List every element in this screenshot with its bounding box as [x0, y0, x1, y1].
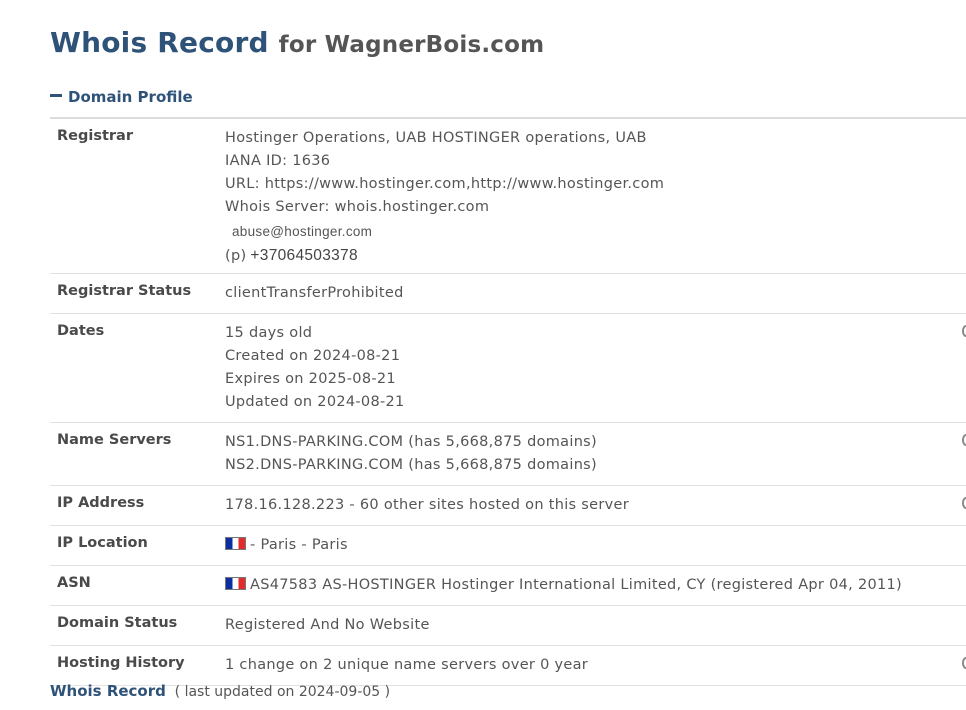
name-servers-more-icon[interactable] [962, 434, 966, 446]
registrar-status-label: Registrar Status [57, 283, 192, 299]
asn-value: AS47583 AS-HOSTINGER Hostinger Internati… [225, 574, 966, 597]
ip-address-more-icon[interactable] [962, 497, 966, 509]
row-dates: Dates 15 days old Created on 2024-08-21 … [50, 314, 966, 423]
updated-date: Updated on 2024-08-21 [225, 394, 405, 410]
whois-record-link[interactable]: Whois Record [50, 682, 166, 700]
phone-prefix: (p) [225, 248, 247, 264]
asn-flag-icon [225, 577, 246, 590]
domain-age: 15 days old [225, 325, 313, 341]
row-domain-status: Domain Status Registered And No Website [50, 606, 966, 646]
last-updated: ( last updated on 2024-09-05 ) [174, 684, 391, 700]
footer: Whois Record ( last updated on 2024-09-0… [50, 682, 390, 700]
page-title: Whois Record for WagnerBois.com [50, 26, 544, 59]
registrar-whois-server: Whois Server: whois.hostinger.com [225, 199, 490, 215]
domain-status-label: Domain Status [57, 615, 178, 631]
ip-address-label: IP Address [57, 495, 145, 511]
title-main: Whois Record [50, 26, 269, 59]
domain-profile-label: Domain Profile [68, 88, 193, 106]
domain-status-value: Registered And No Website [225, 617, 430, 633]
row-registrar-status: Registrar Status clientTransferProhibite… [50, 274, 966, 314]
name-servers-label: Name Servers [57, 432, 172, 448]
registrar-name: Hostinger Operations, UAB HOSTINGER oper… [225, 130, 647, 146]
registrar-label: Registrar [57, 128, 133, 144]
dates-more-icon[interactable] [962, 325, 966, 337]
domain-profile-toggle[interactable]: Domain Profile [50, 88, 193, 106]
row-asn: ASN AS47583 AS-HOSTINGER Hostinger Inter… [50, 566, 966, 606]
dates-label: Dates [57, 323, 105, 339]
title-domain: for WagnerBois.com [278, 32, 545, 58]
ip-location-value: - Paris - Paris [225, 534, 966, 557]
registrar-url: URL: https://www.hostinger.com,http://ww… [225, 176, 665, 192]
name-server-2[interactable]: NS2.DNS-PARKING.COM (has 5,668,875 domai… [225, 454, 966, 477]
row-ip-location: IP Location - Paris - Paris [50, 526, 966, 566]
name-servers-value: NS1.DNS-PARKING.COM (has 5,668,875 domai… [225, 431, 966, 477]
dates-value: 15 days old Created on 2024-08-21 Expire… [225, 322, 966, 414]
hosting-history-label: Hosting History [57, 655, 185, 671]
asn-label: ASN [57, 575, 91, 591]
ip-location-label: IP Location [57, 535, 148, 551]
registrar-email: abuse@hostinger.com [232, 224, 373, 239]
ip-location-text: - Paris - Paris [250, 537, 348, 553]
domain-profile-table: Registrar Hostinger Operations, UAB HOST… [50, 117, 966, 686]
row-registrar: Registrar Hostinger Operations, UAB HOST… [50, 119, 966, 274]
registrar-value: Hostinger Operations, UAB HOSTINGER oper… [225, 127, 966, 267]
row-name-servers: Name Servers NS1.DNS-PARKING.COM (has 5,… [50, 423, 966, 486]
expires-date: Expires on 2025-08-21 [225, 371, 396, 387]
hosting-history-more-icon[interactable] [962, 657, 966, 669]
ip-address-value[interactable]: 178.16.128.223 - 60 other sites hosted o… [225, 494, 966, 517]
registrar-iana: IANA ID: 1636 [225, 153, 331, 169]
france-flag-icon [225, 537, 246, 550]
asn-text: AS47583 AS-HOSTINGER Hostinger Internati… [250, 577, 903, 593]
collapse-minus-icon [50, 94, 62, 97]
registrar-status-value: clientTransferProhibited [225, 285, 404, 301]
row-hosting-history: Hosting History 1 change on 2 unique nam… [50, 646, 966, 686]
whois-page: Whois Record for WagnerBois.com Domain P… [0, 0, 966, 710]
registrar-phone-line: (p) +37064503378 [225, 245, 966, 267]
registrar-phone: +37064503378 [250, 247, 358, 264]
hosting-history-value: 1 change on 2 unique name servers over 0… [225, 657, 589, 673]
name-server-1[interactable]: NS1.DNS-PARKING.COM (has 5,668,875 domai… [225, 431, 966, 454]
created-date: Created on 2024-08-21 [225, 348, 401, 364]
row-ip-address: IP Address 178.16.128.223 - 60 other sit… [50, 486, 966, 526]
